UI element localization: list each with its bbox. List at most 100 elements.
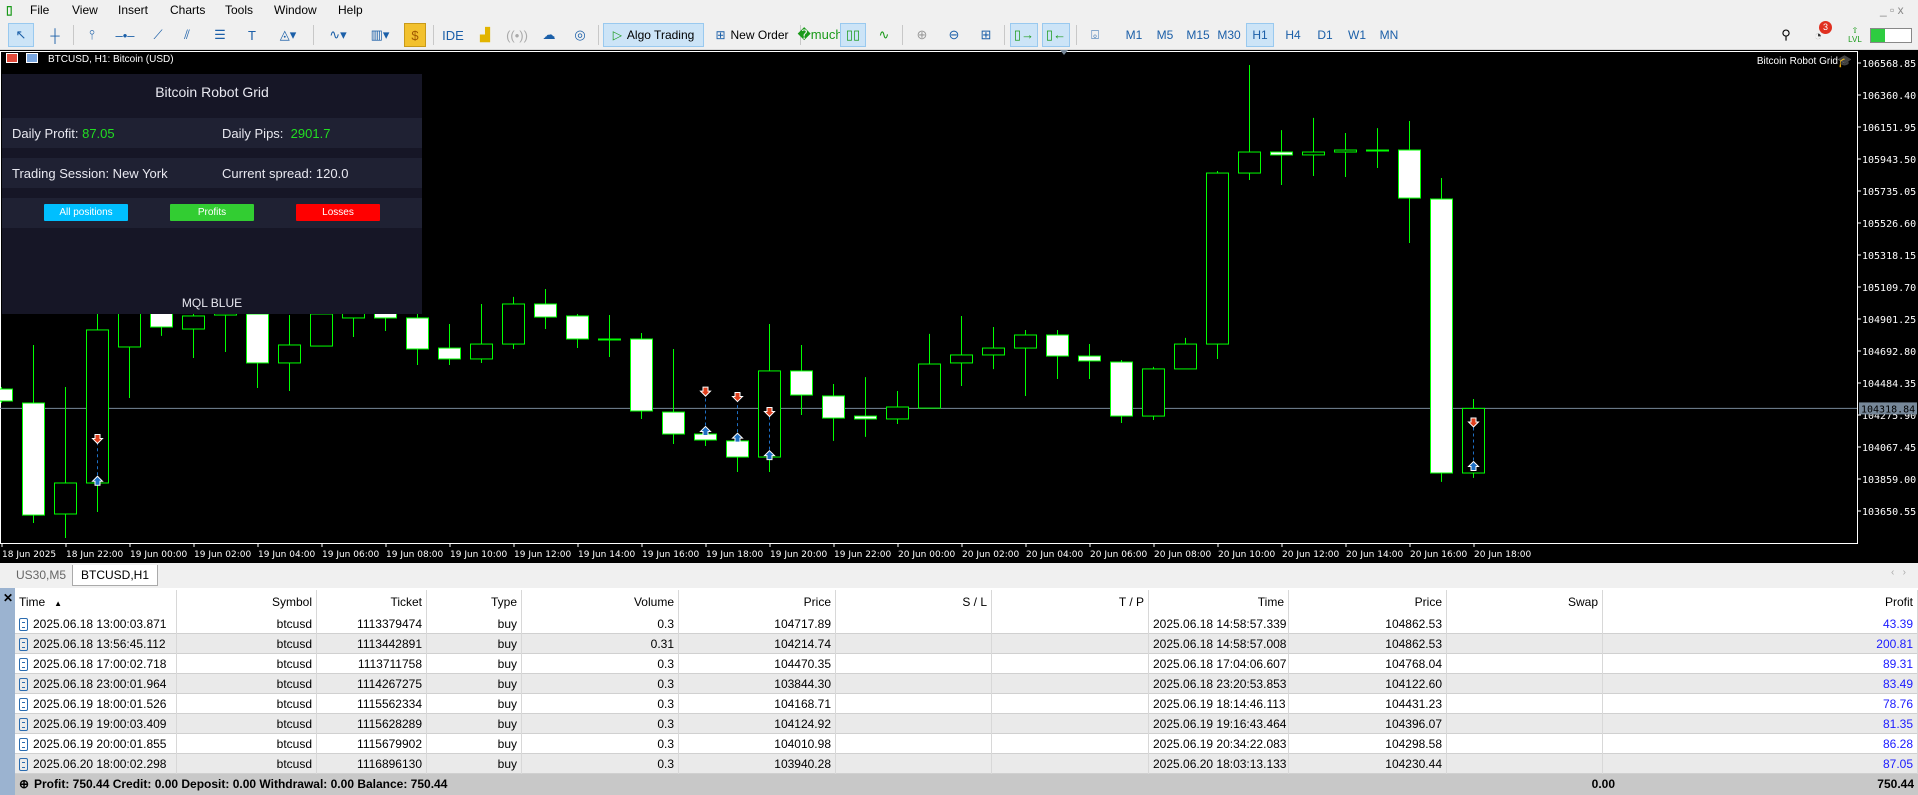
- y-tick-label: 103650.55: [1862, 507, 1916, 518]
- column-header-ticket[interactable]: Ticket: [317, 590, 427, 614]
- x-tick-label: 20 Jun 08:00: [1154, 550, 1211, 560]
- profits-button[interactable]: Profits: [170, 204, 254, 221]
- search-icon[interactable]: ⚲: [1776, 23, 1796, 47]
- menu-file[interactable]: File: [30, 3, 49, 17]
- chart-shift-icon[interactable]: ▯←: [1042, 23, 1070, 47]
- market-icon[interactable]: $: [404, 23, 426, 47]
- bull-candle: [118, 308, 141, 348]
- shopping-bag-icon[interactable]: ▟: [474, 23, 496, 47]
- ide-button[interactable]: IDE: [440, 23, 466, 47]
- tab-btcusd-h1[interactable]: BTCUSD,H1: [72, 565, 159, 586]
- timeframe-m30[interactable]: M30: [1215, 23, 1243, 47]
- cell-text: 0.3: [657, 677, 674, 691]
- x-tick-label: 20 Jun 02:00: [962, 550, 1019, 560]
- timeframe-h4[interactable]: H4: [1279, 23, 1307, 47]
- cell-ticket: 1113379474: [317, 614, 427, 634]
- timeframe-d1[interactable]: D1: [1311, 23, 1339, 47]
- bar-chart-icon[interactable]: �much: [797, 23, 842, 47]
- menu-insert[interactable]: Insert: [118, 3, 148, 17]
- trade-panel-icon[interactable]: [6, 53, 18, 63]
- chart-type-icon[interactable]: ∿▾: [320, 23, 356, 47]
- menu-help[interactable]: Help: [338, 3, 363, 17]
- level-progress-bar: [1870, 28, 1912, 43]
- table-row[interactable]: 2025.06.18 17:00:02.718 btcusd 1113711758 b…: [15, 654, 1918, 674]
- cursor-icon[interactable]: ↖: [8, 23, 34, 47]
- table-row[interactable]: 2025.06.19 19:00:03.409 btcusd 1115628289 b…: [15, 714, 1918, 734]
- bull-candle: [502, 303, 525, 345]
- panel-row-buttons: All positions Profits Losses: [2, 198, 422, 228]
- zoom-in-icon[interactable]: ⊕: [910, 23, 934, 47]
- tab-scroll-arrows[interactable]: ‹ ›: [1891, 567, 1906, 578]
- losses-button[interactable]: Losses: [296, 204, 380, 221]
- fibonacci-icon[interactable]: ☰: [208, 23, 232, 47]
- window-controls[interactable]: _ ▫ x: [1880, 3, 1904, 17]
- candlestick-chart-icon[interactable]: ▯▯: [840, 23, 866, 47]
- line-chart-icon[interactable]: ∿: [872, 23, 896, 47]
- menu-charts[interactable]: Charts: [170, 3, 205, 17]
- crosshair-icon[interactable]: ┼: [42, 23, 68, 47]
- menu-tools[interactable]: Tools: [225, 3, 253, 17]
- column-header-price[interactable]: Price: [679, 590, 836, 614]
- bear-candle: [566, 315, 589, 340]
- timeframe-m5[interactable]: M5: [1151, 23, 1179, 47]
- timeframe-m1[interactable]: M1: [1120, 23, 1148, 47]
- notifications-icon[interactable]: ◔ 3: [1806, 21, 1832, 47]
- cell-text: 104717.89: [774, 617, 831, 631]
- tab-us30-m5[interactable]: US30,M5: [8, 565, 74, 586]
- cloud-icon[interactable]: ☁: [537, 23, 561, 47]
- cell-price: 104010.98: [679, 734, 836, 754]
- table-row[interactable]: 2025.06.20 18:00:02.298 btcusd 1116896130 b…: [15, 754, 1918, 774]
- expand-icon[interactable]: ⊕: [19, 774, 29, 795]
- timeframe-mn[interactable]: MN: [1375, 23, 1403, 47]
- x-tick-label: 19 Jun 00:00: [130, 550, 187, 560]
- indicators-icon[interactable]: ▥▾: [362, 23, 398, 47]
- menu-view[interactable]: View: [72, 3, 98, 17]
- daily-pips-value: 2901.7: [290, 126, 331, 141]
- cell-close-price: 104862.53: [1289, 634, 1447, 654]
- column-header-swap[interactable]: Swap: [1447, 590, 1603, 614]
- cell-text: 104010.98: [774, 737, 831, 751]
- table-row[interactable]: 2025.06.19 18:00:01.526 btcusd 1115562334 b…: [15, 694, 1918, 714]
- column-header-symbol[interactable]: Symbol: [177, 590, 317, 614]
- signals-icon[interactable]: ((•)): [505, 23, 529, 47]
- timeframe-m15[interactable]: M15: [1184, 23, 1212, 47]
- shapes-icon[interactable]: ◬▾: [270, 23, 306, 47]
- cell-text: 104214.74: [774, 637, 831, 651]
- column-header-profit[interactable]: Profit: [1603, 590, 1918, 614]
- table-row[interactable]: 2025.06.18 13:00:03.871 btcusd 1113379474 b…: [15, 614, 1918, 634]
- menu-window[interactable]: Window: [274, 3, 317, 17]
- vps-icon[interactable]: ◎: [568, 23, 592, 47]
- text-icon[interactable]: T: [240, 23, 264, 47]
- tile-windows-icon[interactable]: ⊞: [974, 23, 998, 47]
- column-header-volume[interactable]: Volume: [522, 590, 679, 614]
- cell-text: 2025.06.19 18:00:01.526: [33, 697, 167, 711]
- algo-trading-button[interactable]: ▷ Algo Trading: [603, 23, 704, 47]
- chart-window[interactable]: 106568.85 106360.40 106151.95 105943.50 1057…: [0, 50, 1918, 563]
- trendline-icon[interactable]: ⟋: [146, 23, 170, 47]
- column-header-close-price[interactable]: Price: [1289, 590, 1447, 614]
- all-positions-button[interactable]: All positions: [44, 204, 128, 221]
- column-header-type[interactable]: Type: [427, 590, 522, 614]
- timeframe-h1[interactable]: H1: [1246, 23, 1274, 47]
- column-header-tp[interactable]: T / P: [992, 590, 1149, 614]
- screenshot-icon[interactable]: ⌻: [1082, 23, 1108, 47]
- channel-icon[interactable]: ⫽: [175, 23, 199, 47]
- autoscroll-icon[interactable]: ▯→: [1010, 23, 1038, 47]
- table-row[interactable]: 2025.06.18 23:00:01.964 btcusd 1114267275 b…: [15, 674, 1918, 694]
- cell-sl: [836, 634, 992, 654]
- zoom-out-icon[interactable]: ⊖: [942, 23, 966, 47]
- vertical-line-icon[interactable]: ⫯: [80, 23, 104, 47]
- table-row[interactable]: 2025.06.19 20:00:01.855 btcusd 1115679902 b…: [15, 734, 1918, 754]
- column-header-label: Price: [803, 595, 831, 609]
- timeframe-w1[interactable]: W1: [1343, 23, 1371, 47]
- column-header-sl[interactable]: S / L: [836, 590, 992, 614]
- column-header-time[interactable]: Time ▲: [15, 590, 177, 614]
- new-order-button[interactable]: ⊞ New Order: [710, 23, 794, 47]
- close-icon[interactable]: ✕: [3, 591, 13, 605]
- cell-text: btcusd: [276, 677, 312, 691]
- column-header-close-time[interactable]: Time: [1149, 590, 1289, 614]
- cell-text: 104768.04: [1385, 657, 1442, 671]
- horizontal-line-icon[interactable]: –•–: [113, 23, 137, 47]
- depth-of-market-icon[interactable]: [26, 53, 38, 63]
- table-row[interactable]: 2025.06.18 13:56:45.112 btcusd 1113442891 b…: [15, 634, 1918, 654]
